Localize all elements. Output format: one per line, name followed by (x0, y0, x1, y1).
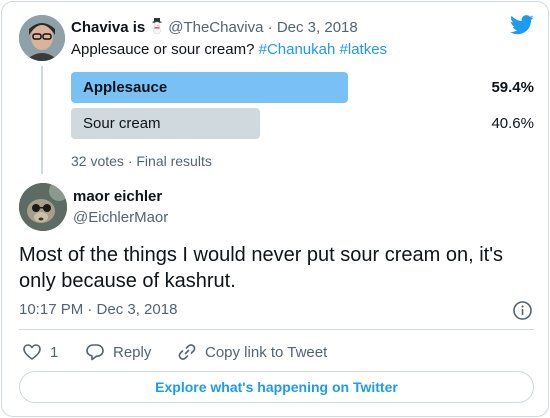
tweet-text-prefix: Applesauce or sour cream? (71, 41, 259, 58)
tweet-embed-card: Chaviva is @TheChaviva · Dec 3, 2018 App… (1, 1, 549, 417)
avatar[interactable] (19, 15, 65, 61)
snowman-emoji-icon (152, 18, 162, 34)
hashtag-link[interactable]: #Chanukah (259, 41, 336, 58)
poll-option-label: Applesauce (83, 79, 168, 96)
tweet-date[interactable]: Dec 3, 2018 (277, 19, 358, 36)
info-icon[interactable] (512, 300, 533, 321)
poll-option-percent: 40.6% (491, 115, 534, 132)
explore-twitter-button[interactable]: Explore what's happening on Twitter (19, 371, 534, 403)
thread-connector-line (41, 66, 43, 174)
poll-option-percent: 59.4% (491, 79, 534, 96)
author-handle[interactable]: @EichlerMaor (73, 209, 168, 226)
author-name[interactable]: Chaviva is (71, 19, 145, 36)
reply-button[interactable]: Reply (85, 342, 151, 362)
twitter-logo-icon[interactable] (510, 15, 534, 35)
tweet-text: Most of the things I would never put sou… (19, 244, 504, 292)
poll-option-label: Sour cream (83, 115, 161, 132)
separator-dot: · (267, 19, 273, 36)
poll-results-meta: 32 votes · Final results (71, 153, 212, 169)
heart-icon (23, 344, 41, 360)
avatar[interactable] (19, 183, 67, 231)
reply-icon (86, 344, 104, 361)
poll-option: Applesauce 59.4% (71, 72, 534, 103)
parent-tweet-text: Applesauce or sour cream? #Chanukah #lat… (71, 41, 387, 58)
like-count: 1 (50, 343, 59, 361)
parent-tweet-header: Chaviva is @TheChaviva · Dec 3, 2018 (71, 18, 358, 36)
poll-option: Sour cream 40.6% (71, 108, 534, 139)
hashtag-link[interactable]: #latkes (340, 41, 388, 58)
author-name[interactable]: maor eichler (73, 188, 162, 205)
copy-link-label: Copy link to Tweet (205, 343, 328, 361)
reply-label: Reply (113, 343, 152, 361)
author-handle[interactable]: @TheChaviva (168, 19, 263, 36)
link-icon (178, 344, 196, 360)
like-button[interactable]: 1 (22, 342, 58, 362)
copy-link-button[interactable]: Copy link to Tweet (177, 342, 327, 362)
tweet-timestamp[interactable]: 10:17 PM · Dec 3, 2018 (19, 301, 177, 318)
divider (19, 329, 534, 330)
